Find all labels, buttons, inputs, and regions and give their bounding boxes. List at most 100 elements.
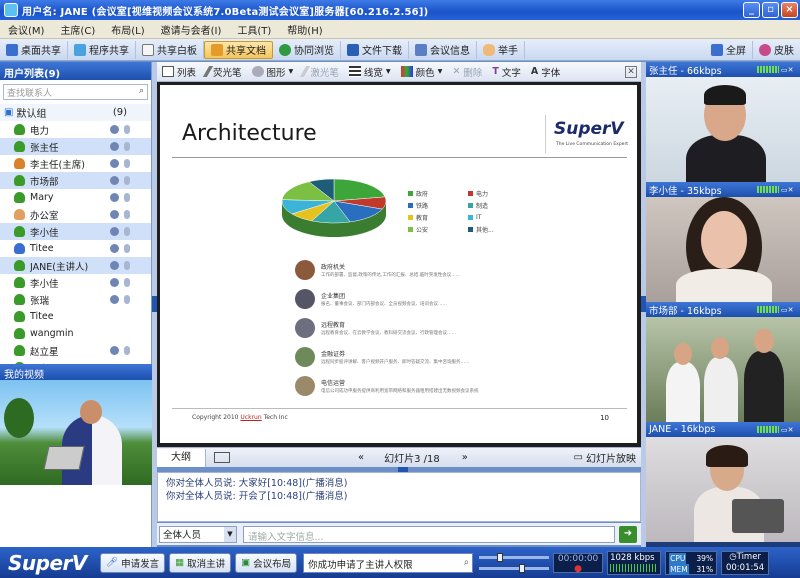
mic-status-icon[interactable] bbox=[124, 227, 130, 236]
user-row[interactable]: wangmin bbox=[0, 325, 151, 342]
menu-layout[interactable]: 布局(L) bbox=[103, 22, 152, 37]
chat-message-input[interactable]: 请输入文字信息... bbox=[243, 525, 615, 543]
contact-search-input[interactable]: 查找联系人 ⌕ bbox=[3, 84, 148, 100]
mic-status-icon[interactable] bbox=[124, 346, 130, 355]
user-row[interactable]: 赵立星 bbox=[0, 342, 151, 359]
send-button[interactable]: ➜ bbox=[619, 525, 637, 543]
raise-hand-button[interactable]: 举手 bbox=[477, 40, 525, 59]
text-button[interactable]: T 文字 bbox=[487, 65, 526, 79]
user-row[interactable]: 李主任(主席) bbox=[0, 155, 151, 172]
whiteboard-button[interactable]: 共享白板 bbox=[136, 40, 204, 59]
user-row[interactable]: JANE(主讲人) bbox=[0, 257, 151, 274]
camera-status-icon[interactable] bbox=[110, 210, 119, 219]
laser-pointer-button[interactable]: 激光笔 bbox=[298, 65, 344, 79]
camera-status-icon[interactable] bbox=[110, 278, 119, 287]
camera-status-icon[interactable] bbox=[110, 346, 119, 355]
search-icon[interactable]: ⌕ bbox=[139, 86, 144, 96]
close-document-button[interactable]: ✕ bbox=[625, 65, 637, 78]
mic-status-icon[interactable] bbox=[124, 278, 130, 287]
camera-status-icon[interactable] bbox=[110, 227, 119, 236]
file-download-button[interactable]: 文件下载 bbox=[341, 40, 409, 59]
chevron-down-icon[interactable]: ▼ bbox=[224, 526, 236, 542]
mic-status-icon[interactable] bbox=[124, 176, 130, 185]
request-speak-button[interactable]: 🎤︎ 申请发言 bbox=[100, 552, 166, 573]
menu-chair[interactable]: 主席(C) bbox=[52, 22, 103, 37]
color-button[interactable]: 颜色 ▾ bbox=[396, 65, 448, 79]
menu-help[interactable]: 帮助(H) bbox=[279, 22, 330, 37]
user-row[interactable]: 李小佳 bbox=[0, 223, 151, 240]
minimize-button[interactable]: _ bbox=[743, 2, 760, 18]
mic-status-icon[interactable] bbox=[124, 142, 130, 151]
bandwidth-graph bbox=[610, 563, 659, 572]
user-row[interactable]: 电力 bbox=[0, 121, 151, 138]
meeting-info-button[interactable]: 会议信息 bbox=[409, 40, 477, 59]
camera-status-icon[interactable] bbox=[110, 142, 119, 151]
whiteboard-label: 共享白板 bbox=[157, 46, 197, 57]
user-row[interactable]: Titee bbox=[0, 308, 151, 325]
menu-tools[interactable]: 工具(T) bbox=[229, 22, 279, 37]
doc-list-button[interactable]: 列表 bbox=[157, 65, 201, 79]
speaker-volume-slider[interactable] bbox=[479, 563, 550, 573]
skin-button[interactable]: 皮肤 bbox=[753, 41, 800, 59]
user-row[interactable]: Mary bbox=[0, 189, 151, 206]
highlighter-button[interactable]: 荧光笔 bbox=[201, 65, 247, 79]
clock-icon: ◷ bbox=[729, 551, 737, 562]
mic-status-icon[interactable] bbox=[124, 210, 130, 219]
industry-title: 企业集团 bbox=[321, 292, 346, 300]
meeting-layout-button[interactable]: ▣ 会议布局 bbox=[235, 552, 298, 573]
camera-status-icon[interactable] bbox=[110, 125, 119, 134]
next-slide-button[interactable]: » bbox=[462, 452, 468, 463]
tab-outline[interactable]: 大纲 bbox=[157, 448, 206, 467]
mic-status-icon[interactable] bbox=[124, 244, 130, 253]
group-default[interactable]: ▣ 默认组 (9) bbox=[0, 104, 151, 121]
close-button[interactable]: × bbox=[781, 2, 798, 18]
color-palette-icon bbox=[400, 66, 413, 77]
maximize-button[interactable]: ▫ bbox=[762, 2, 779, 18]
camera-status-icon[interactable] bbox=[110, 176, 119, 185]
thumbnail-view-icon[interactable] bbox=[214, 452, 230, 463]
user-row[interactable]: 市场部 bbox=[0, 172, 151, 189]
menu-invite[interactable]: 邀请与会者(I) bbox=[153, 22, 230, 37]
co-browse-button[interactable]: 协同浏览 bbox=[273, 40, 341, 59]
camera-status-icon[interactable] bbox=[110, 244, 119, 253]
window-controls-icon[interactable]: ▭✕ bbox=[781, 186, 797, 194]
legend-label: 公安 bbox=[416, 227, 429, 234]
window-controls-icon[interactable]: ▭✕ bbox=[781, 66, 797, 74]
user-row[interactable]: Titee bbox=[0, 240, 151, 257]
industry-desc: 远程教育会议、在云教学会议、教科研交流会议、行政管理会议…… bbox=[321, 330, 456, 336]
mic-status-icon[interactable] bbox=[124, 125, 130, 134]
camera-status-icon[interactable] bbox=[110, 295, 119, 304]
window-controls-icon[interactable]: ▭✕ bbox=[781, 306, 797, 314]
camera-status-icon[interactable] bbox=[110, 159, 119, 168]
mic-status-icon[interactable] bbox=[124, 295, 130, 304]
speaker-volume-knob[interactable] bbox=[519, 563, 526, 573]
program-share-button[interactable]: 程序共享 bbox=[68, 40, 136, 59]
mic-volume-slider[interactable] bbox=[479, 552, 550, 562]
mic-volume-knob[interactable] bbox=[497, 552, 504, 562]
search-icon[interactable]: ⌕ bbox=[464, 557, 469, 568]
fullscreen-button[interactable]: 全屏 bbox=[705, 40, 753, 59]
camera-status-icon[interactable] bbox=[110, 261, 119, 270]
prev-slide-button[interactable]: « bbox=[358, 452, 364, 463]
user-row[interactable]: 张主任 bbox=[0, 138, 151, 155]
contact-search-placeholder: 查找联系人 bbox=[7, 89, 53, 99]
user-row[interactable]: 张瑞 bbox=[0, 291, 151, 308]
delete-button[interactable]: ✕ 删除 bbox=[447, 65, 487, 79]
slideshow-button[interactable]: ▭ 幻灯片放映 bbox=[574, 450, 636, 465]
font-button[interactable]: A 字体 bbox=[526, 65, 565, 79]
shape-button[interactable]: 图形 ▾ bbox=[247, 65, 299, 79]
cancel-presenter-button[interactable]: ▦ 取消主讲 bbox=[169, 552, 232, 573]
desktop-share-button[interactable]: 桌面共享 bbox=[0, 40, 68, 59]
user-row[interactable]: 办公室 bbox=[0, 206, 151, 223]
user-row[interactable]: 李小佳 bbox=[0, 274, 151, 291]
share-doc-button[interactable]: 共享文档 bbox=[204, 40, 273, 59]
line-width-button[interactable]: 线宽 ▾ bbox=[344, 65, 396, 79]
menu-meeting[interactable]: 会议(M) bbox=[0, 22, 52, 37]
mic-status-icon[interactable] bbox=[124, 261, 130, 270]
mic-status-icon[interactable] bbox=[124, 159, 130, 168]
recipient-select[interactable]: 全体人员 ▼ bbox=[159, 525, 237, 543]
mic-status-icon[interactable] bbox=[124, 193, 130, 202]
camera-status-icon[interactable] bbox=[110, 193, 119, 202]
window-controls-icon[interactable]: ▭✕ bbox=[781, 426, 797, 434]
raise-hand-label: 举手 bbox=[498, 46, 518, 57]
